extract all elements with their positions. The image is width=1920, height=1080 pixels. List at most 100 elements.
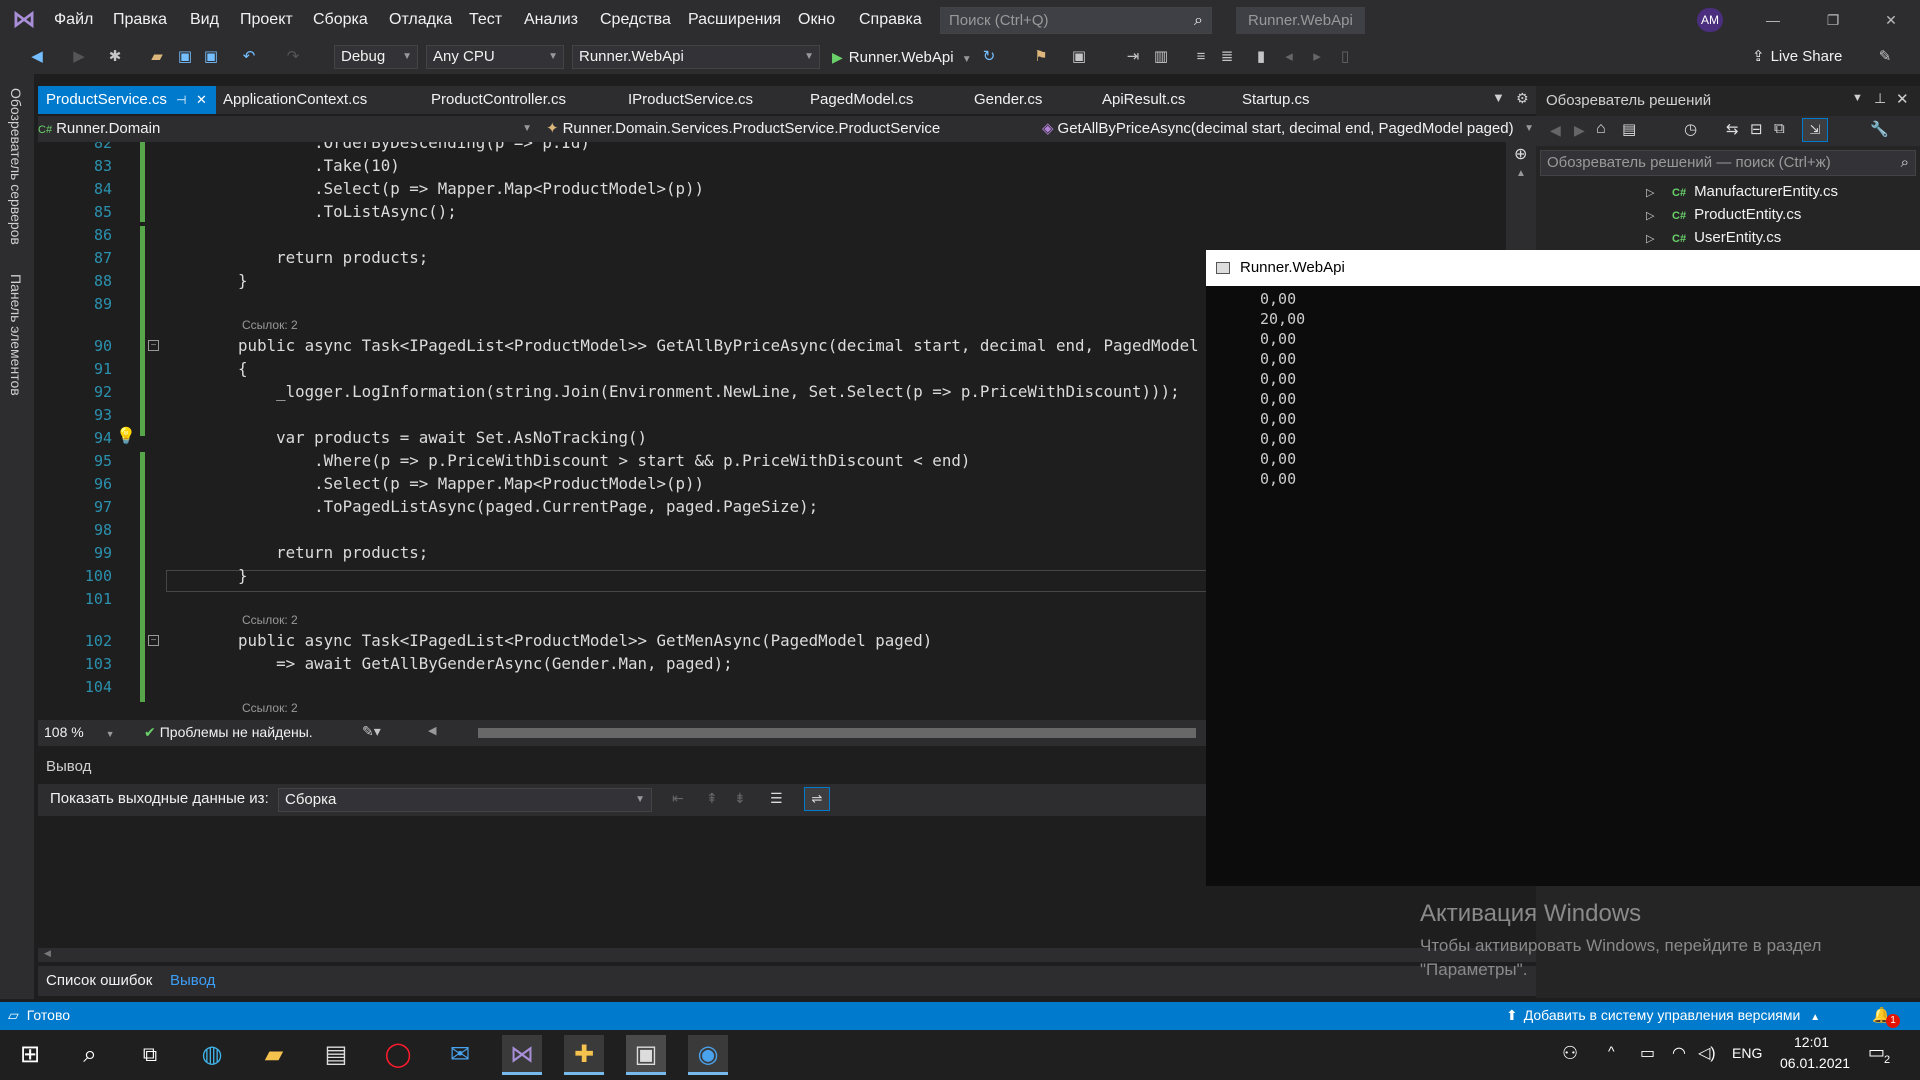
live-share-button[interactable]: ⇪ Live Share bbox=[1752, 45, 1842, 69]
scroll-left-icon[interactable]: ◀ bbox=[44, 948, 51, 959]
volume-icon[interactable]: ◁) bbox=[1698, 1043, 1716, 1063]
word-wrap-icon[interactable]: ⇌ bbox=[804, 787, 830, 811]
switch-views-icon[interactable]: ▤ bbox=[1622, 120, 1636, 138]
people-icon[interactable]: ⚇ bbox=[1562, 1043, 1578, 1064]
scroll-left-icon[interactable]: ◀ bbox=[428, 724, 436, 737]
split-icon[interactable]: ⊕ bbox=[1514, 144, 1527, 164]
browser-link-icon[interactable]: ▣ bbox=[1068, 45, 1090, 69]
pending-changes-icon[interactable]: ◷ bbox=[1684, 120, 1697, 138]
uncomment-icon[interactable]: ≣ bbox=[1216, 45, 1238, 69]
brush-icon[interactable]: ✎▾ bbox=[362, 723, 381, 740]
collapse-icon[interactable]: − bbox=[148, 340, 159, 351]
server-explorer-tab[interactable]: Обозреватель серверов bbox=[8, 88, 24, 245]
clock-time[interactable]: 12:01 bbox=[1794, 1034, 1829, 1050]
prev-message-icon[interactable]: ⇞ bbox=[706, 790, 718, 807]
scroll-up-icon[interactable]: ▲ bbox=[1516, 168, 1526, 179]
visual-studio-icon[interactable]: ⋈ bbox=[502, 1035, 542, 1075]
menu-window[interactable]: Окно bbox=[798, 0, 835, 40]
clear-bookmarks-icon[interactable]: ▯ bbox=[1334, 45, 1356, 69]
file-explorer-icon[interactable]: ▰ bbox=[254, 1035, 294, 1075]
tool-app-icon[interactable]: ✚ bbox=[564, 1035, 604, 1075]
back-icon[interactable]: ◀ bbox=[26, 45, 48, 69]
solution-item[interactable]: C# ProductEntity.cs bbox=[1672, 206, 1801, 223]
language-indicator[interactable]: ENG bbox=[1732, 1045, 1762, 1061]
minimize-icon[interactable]: — bbox=[1758, 8, 1788, 32]
step-icon[interactable]: ⇥ bbox=[1122, 45, 1144, 69]
tab-startup[interactable]: Startup.cs bbox=[1234, 86, 1310, 114]
tab-gender[interactable]: Gender.cs bbox=[966, 86, 1042, 114]
horizontal-scroll-thumb[interactable] bbox=[478, 728, 1196, 738]
output-source-select[interactable]: Сборка ▼ bbox=[278, 788, 652, 812]
menu-debug[interactable]: Отладка bbox=[389, 0, 452, 40]
menu-view[interactable]: Вид bbox=[190, 0, 219, 40]
back-icon[interactable]: ◀ bbox=[1550, 122, 1561, 139]
menu-help[interactable]: Справка bbox=[859, 0, 922, 40]
redo-icon[interactable]: ↷ bbox=[282, 45, 304, 69]
console-app-icon[interactable]: ▣ bbox=[626, 1035, 666, 1075]
tab-error-list[interactable]: Список ошибок bbox=[46, 972, 152, 989]
menu-tools[interactable]: Средства bbox=[600, 0, 671, 40]
solution-item[interactable]: C# UserEntity.cs bbox=[1672, 229, 1781, 246]
forward-icon[interactable]: ▶ bbox=[68, 45, 90, 69]
platform-select[interactable]: Any CPU ▼ bbox=[426, 45, 564, 69]
run-button[interactable]: ▶ Runner.WebApi ▼ bbox=[832, 45, 972, 69]
lightbulb-icon[interactable]: 💡 bbox=[116, 426, 136, 446]
restore-icon[interactable]: ❐ bbox=[1818, 8, 1848, 32]
refresh-icon[interactable]: ↻ bbox=[978, 45, 1000, 69]
tab-output[interactable]: Вывод bbox=[170, 972, 215, 989]
collapse-all-icon[interactable]: ⊟ bbox=[1750, 120, 1763, 138]
edge-icon[interactable]: ◍ bbox=[192, 1035, 232, 1075]
menu-test[interactable]: Тест bbox=[469, 0, 502, 40]
menu-extensions[interactable]: Расширения bbox=[688, 0, 781, 40]
menu-analyze[interactable]: Анализ bbox=[524, 0, 578, 40]
expand-icon[interactable]: ▷ bbox=[1646, 232, 1654, 245]
tab-productcontroller[interactable]: ProductController.cs bbox=[423, 86, 566, 114]
expand-icon[interactable]: ▷ bbox=[1646, 186, 1654, 199]
battery-icon[interactable]: ▭ bbox=[1640, 1043, 1655, 1063]
undo-icon[interactable]: ↶ bbox=[238, 45, 260, 69]
toolbox-tab[interactable]: Панель элементов bbox=[8, 274, 24, 396]
tab-productservice[interactable]: ProductService.cs ⊣ ✕ bbox=[38, 86, 216, 114]
close-tab-icon[interactable]: ✕ bbox=[196, 86, 207, 114]
save-all-icon[interactable]: ▣ bbox=[200, 45, 222, 69]
open-folder-icon[interactable]: ▰ bbox=[146, 45, 168, 69]
startup-project-select[interactable]: Runner.WebApi ▼ bbox=[572, 45, 820, 69]
console-title-bar[interactable]: Runner.WebApi bbox=[1206, 250, 1920, 286]
next-bookmark-icon[interactable]: ▸ bbox=[1306, 45, 1328, 69]
feedback-icon[interactable]: ✎ bbox=[1874, 45, 1896, 69]
zoom-select[interactable]: 108 % ▼ bbox=[44, 724, 115, 740]
save-icon[interactable]: ▣ bbox=[174, 45, 196, 69]
preview-icon[interactable]: ⇲ bbox=[1802, 118, 1828, 142]
solution-search-input[interactable]: Обозреватель решений — поиск (Ctrl+ж) ⌕ bbox=[1540, 150, 1916, 176]
format-icon[interactable]: ▥ bbox=[1150, 45, 1172, 69]
avatar[interactable]: AM bbox=[1697, 8, 1723, 32]
pin-icon[interactable]: ⊥ bbox=[1874, 90, 1886, 107]
close-icon[interactable]: ✕ bbox=[1876, 8, 1906, 32]
problems-indicator[interactable]: ✔ Проблемы не найдены. bbox=[144, 724, 313, 741]
forward-icon[interactable]: ▶ bbox=[1574, 122, 1585, 139]
console-window[interactable]: Runner.WebApi 0,00 20,00 0,00 0,00 0,00 … bbox=[1206, 250, 1920, 886]
solution-item[interactable]: C# ManufacturerEntity.cs bbox=[1672, 183, 1838, 200]
chevron-down-icon[interactable]: ▼ bbox=[1852, 92, 1863, 104]
sync-icon[interactable]: ⇆ bbox=[1726, 120, 1739, 138]
collapse-icon[interactable]: − bbox=[148, 635, 159, 646]
output-hscrollbar[interactable]: ◀ bbox=[38, 948, 1536, 962]
bookmark-icon[interactable]: ▮ bbox=[1250, 45, 1272, 69]
references-codelens[interactable]: Ссылок: 2 bbox=[242, 613, 298, 627]
configuration-select[interactable]: Debug ▼ bbox=[334, 45, 418, 69]
expand-icon[interactable]: ▷ bbox=[1646, 209, 1654, 222]
show-all-files-icon[interactable]: ⧉ bbox=[1774, 120, 1785, 137]
chevron-up-icon[interactable]: ^ bbox=[1608, 1043, 1615, 1059]
comment-icon[interactable]: ≡ bbox=[1190, 45, 1212, 69]
home-icon[interactable]: ⌂ bbox=[1596, 120, 1606, 138]
find-message-icon[interactable]: ⇤ bbox=[672, 790, 684, 807]
wifi-icon[interactable]: ◠ bbox=[1672, 1043, 1686, 1063]
tab-applicationcontext[interactable]: ApplicationContext.cs bbox=[215, 86, 367, 114]
hot-reload-icon[interactable]: ⚑ bbox=[1030, 45, 1052, 69]
task-view-icon[interactable]: ⧉ bbox=[130, 1035, 170, 1075]
new-project-icon[interactable]: ✱ bbox=[104, 45, 126, 69]
chrome-icon[interactable]: ◉ bbox=[688, 1035, 728, 1075]
search-input[interactable]: Поиск (Ctrl+Q) ⌕ bbox=[940, 7, 1212, 34]
menu-project[interactable]: Проект bbox=[240, 0, 293, 40]
clear-all-icon[interactable]: ☰ bbox=[770, 790, 783, 807]
